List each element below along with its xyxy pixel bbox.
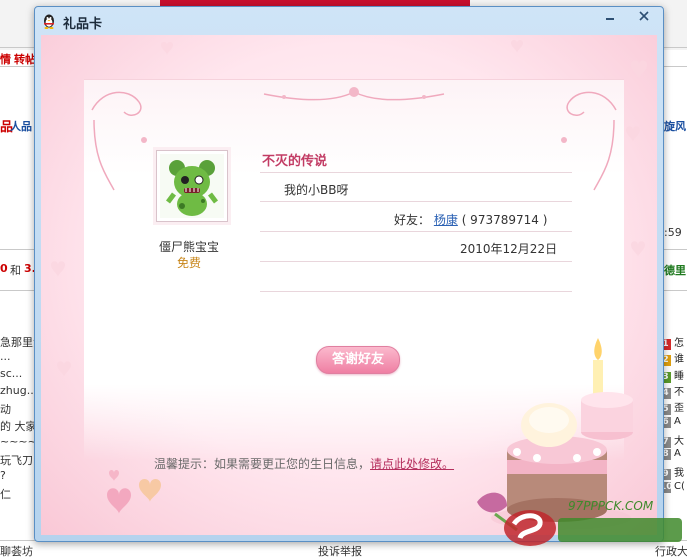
gift-image <box>156 150 228 222</box>
rank-item-text[interactable]: 睡 <box>674 371 684 382</box>
rank-item-text[interactable]: 怎 <box>674 338 684 349</box>
gift-card-dialog: 礼品卡 僵尸熊宝宝 免费 不灭的传说 我的小BB呀 好友： 杨康 (97378… <box>34 6 664 542</box>
card-title: 不灭的传说 <box>262 154 328 169</box>
bg-list-item[interactable]: ? <box>0 469 6 482</box>
card-message: 我的小BB呀 <box>284 183 349 197</box>
site-watermark-logo: 97PPPCK.COM <box>504 499 682 546</box>
rank-item-text[interactable]: A <box>674 416 681 427</box>
bg-section-title: 人品 <box>10 120 32 133</box>
bg-stat: 0 <box>0 262 8 275</box>
bg-list-item[interactable]: ~~~~ <box>0 435 37 448</box>
bg-rank-item[interactable]: 8A <box>660 448 687 461</box>
rank-item-text[interactable]: 歪 <box>674 403 684 414</box>
rank-item-text[interactable]: A <box>674 448 681 459</box>
edit-birthday-link[interactable]: 请点此处修改。 <box>370 457 454 471</box>
gift-price: 免费 <box>176 256 201 270</box>
friend-row: 好友： 杨康 ( 973789714 ) <box>394 211 547 228</box>
rank-item-text[interactable]: 谁 <box>674 354 684 365</box>
gift-name: 僵尸熊宝宝 <box>158 240 219 254</box>
bg-time: :59 <box>664 226 682 239</box>
hearts-decoration-icon <box>107 470 161 514</box>
bg-rank-item[interactable]: 1怎 <box>660 334 687 350</box>
bg-rank-item[interactable]: 6A <box>660 416 687 429</box>
title-bar[interactable]: 礼品卡 <box>35 7 663 35</box>
divider-line <box>260 172 572 173</box>
bg-list-item[interactable]: 的 大家 <box>0 418 37 434</box>
tip-text: 温馨提示：如果需要更正您的生日信息，请点此处修改。 <box>154 455 454 472</box>
friend-label: 好友： <box>394 213 431 227</box>
rank-item-text[interactable]: 不 <box>674 387 684 398</box>
card-content: 僵尸熊宝宝 免费 不灭的传说 我的小BB呀 好友： 杨康 ( 973789714… <box>41 35 657 535</box>
tip-message: 温馨提示：如果需要更正您的生日信息， <box>154 457 371 471</box>
bg-list-item[interactable]: ... <box>0 350 11 363</box>
bg-list-item[interactable]: 玩飞刀 <box>0 452 33 468</box>
minimize-icon <box>606 18 614 20</box>
close-button[interactable] <box>635 10 653 26</box>
divider-line <box>260 291 572 292</box>
bg-list-item[interactable]: zhug... <box>0 384 37 397</box>
divider-line <box>260 261 572 262</box>
divider-line <box>260 201 572 202</box>
bg-list-item[interactable]: sc... <box>0 367 22 380</box>
zombie-bear-icon <box>160 154 224 218</box>
bg-rank-item[interactable]: 9我 <box>660 464 687 481</box>
bg-section-title: 旋风 <box>664 120 686 133</box>
friend-qq: ( 973789714 ) <box>461 213 548 227</box>
bg-rank-item[interactable]: 5歪 <box>660 399 687 416</box>
bg-nav-item[interactable]: 情 <box>0 51 11 67</box>
bg-rank-item[interactable]: 7大 <box>660 432 687 448</box>
bg-list-item[interactable]: 仁 <box>0 486 11 502</box>
rank-item-text[interactable]: 大 <box>674 436 684 447</box>
bg-footer-link[interactable]: 投诉举报 <box>318 543 362 559</box>
thank-friend-button[interactable]: 答谢好友 <box>316 346 400 374</box>
qq-penguin-icon <box>41 13 57 29</box>
divider-line <box>260 231 572 232</box>
bg-rank-item[interactable]: 3睡 <box>660 367 687 383</box>
window-title: 礼品卡 <box>63 17 103 32</box>
bg-nav-item[interactable]: 转帖 <box>14 51 36 67</box>
card-date: 2010年12月22日 <box>460 242 558 256</box>
bg-footer-link[interactable]: 聊荟坊 <box>0 543 33 559</box>
watermark-text: 97PPPCK.COM <box>568 499 654 513</box>
bg-rank-item[interactable]: 4不 <box>660 383 687 399</box>
bg-rank-item[interactable]: 2谁 <box>660 350 687 367</box>
friend-name-link[interactable]: 杨康 <box>434 213 458 227</box>
rank-item-text[interactable]: 我 <box>674 468 684 479</box>
bg-section-title: 德里 <box>664 264 686 277</box>
bg-stat: 和 <box>10 264 21 277</box>
bg-list-item[interactable]: 动 <box>0 401 11 417</box>
minimize-button[interactable] <box>601 10 619 26</box>
close-icon <box>639 11 649 21</box>
